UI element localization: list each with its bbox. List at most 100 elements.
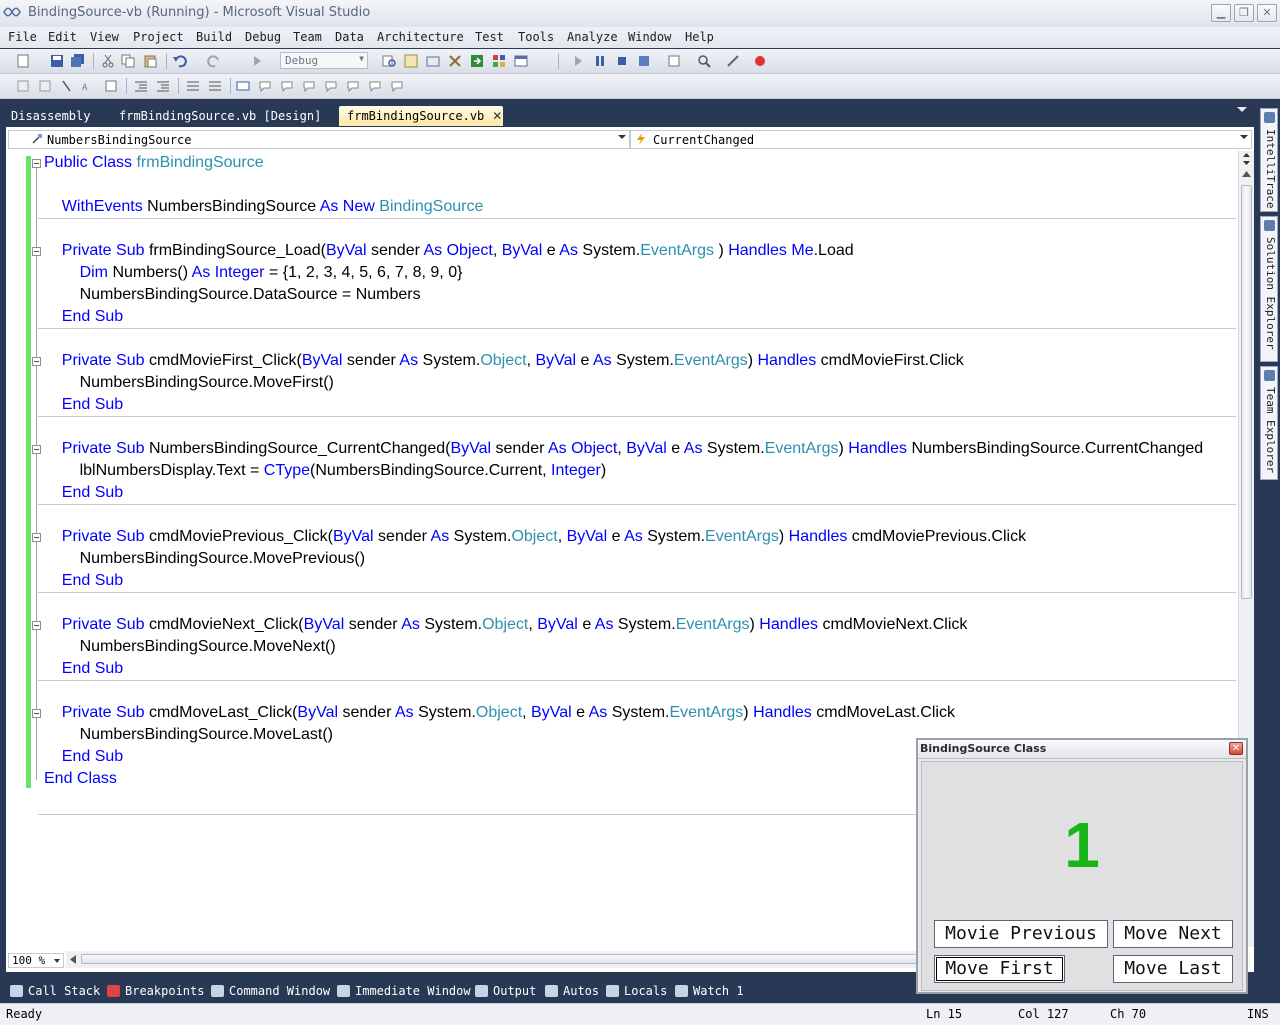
properties-icon[interactable]: [404, 54, 418, 68]
menu-analyze[interactable]: Analyze: [567, 30, 618, 44]
save-icon[interactable]: [50, 54, 64, 68]
copy-icon[interactable]: [121, 54, 135, 68]
intellitrace-tab[interactable]: IntelliTrace: [1260, 108, 1278, 212]
tab-watch-1[interactable]: Watch 1: [675, 983, 744, 1001]
autos-icon: [545, 985, 558, 997]
breakpoint-window-icon[interactable]: [697, 54, 711, 68]
quick-info-icon[interactable]: [60, 79, 74, 93]
menu-tools[interactable]: Tools: [518, 30, 554, 44]
collapse-method-icon[interactable]: [32, 621, 41, 630]
undo-icon[interactable]: [173, 54, 187, 68]
solution-explorer-tab[interactable]: Solution Explorer: [1260, 216, 1278, 362]
tab-call-stack[interactable]: Call Stack: [10, 983, 100, 1001]
zoom-dropdown[interactable]: 100 %: [8, 953, 64, 968]
menu-view[interactable]: View: [90, 30, 119, 44]
active-files-dropdown-icon[interactable]: [1237, 107, 1247, 112]
display-object-list-icon[interactable]: [16, 79, 30, 93]
menu-window[interactable]: Window: [628, 30, 671, 44]
split-handle-icon[interactable]: [1241, 153, 1252, 165]
menu-file[interactable]: File: [8, 30, 37, 44]
close-tab-icon[interactable]: ✕: [492, 109, 502, 123]
previous-bookmark-in-document-icon[interactable]: [346, 79, 360, 93]
tab-output[interactable]: Output: [475, 983, 536, 1001]
minimize-button[interactable]: ▁: [1211, 4, 1231, 22]
comment-icon[interactable]: [104, 79, 118, 93]
next-bookmark-in-document-icon[interactable]: [368, 79, 382, 93]
team-explorer-tab[interactable]: Team Explorer: [1260, 366, 1278, 480]
find-in-files-icon[interactable]: [382, 54, 396, 68]
show-next-statement-icon[interactable]: [667, 54, 681, 68]
paste-icon[interactable]: [143, 54, 157, 68]
comment-out-icon[interactable]: [186, 79, 200, 93]
tab-designer[interactable]: frmBindingSource.vb [Design]: [111, 106, 329, 126]
continue-icon[interactable]: [571, 54, 585, 68]
menu-architecture[interactable]: Architecture: [377, 30, 464, 44]
restart-icon[interactable]: [637, 54, 651, 68]
parameter-info-icon[interactable]: [38, 79, 52, 93]
extensions-icon[interactable]: [726, 54, 740, 68]
object-dropdown[interactable]: NumbersBindingSource: [8, 130, 630, 149]
class-view-icon[interactable]: [492, 54, 506, 68]
tab-label: Locals: [624, 984, 668, 998]
complete-word-icon[interactable]: A: [82, 79, 96, 93]
save-all-icon[interactable]: [71, 54, 85, 68]
code-keyword: Dim: [79, 264, 113, 281]
scroll-left-icon[interactable]: [68, 954, 78, 965]
move-last-button[interactable]: Move Last: [1113, 955, 1233, 983]
toolbox-icon[interactable]: [448, 54, 462, 68]
decrease-indent-icon[interactable]: [134, 79, 148, 93]
menu-data[interactable]: Data: [335, 30, 364, 44]
cut-icon[interactable]: [101, 54, 115, 68]
toggle-bookmark-icon[interactable]: [236, 79, 250, 93]
close-window-button[interactable]: ✕: [1257, 4, 1277, 22]
window-layout-icon[interactable]: [514, 54, 528, 68]
navigate-forward-icon[interactable]: [250, 54, 264, 68]
previous-bookmark-in-folder-icon[interactable]: [302, 79, 316, 93]
scroll-up-icon[interactable]: [1241, 169, 1252, 179]
previous-bookmark-icon[interactable]: [258, 79, 272, 93]
solution-configuration-select[interactable]: Debug ▼: [280, 52, 368, 69]
increase-indent-icon[interactable]: [156, 79, 170, 93]
menu-test[interactable]: Test: [475, 30, 504, 44]
vertical-scroll-thumb[interactable]: [1241, 185, 1252, 599]
tab-code-file[interactable]: frmBindingSource.vb ✕: [339, 106, 503, 126]
tab-disassembly[interactable]: Disassembly: [3, 106, 98, 126]
collapse-class-icon[interactable]: [32, 159, 41, 168]
menu-team[interactable]: Team: [293, 30, 322, 44]
menu-help[interactable]: Help: [685, 30, 714, 44]
tab-command-window[interactable]: Command Window: [211, 983, 330, 1001]
uncomment-icon[interactable]: [208, 79, 222, 93]
move-next-button[interactable]: Move Next: [1113, 920, 1233, 948]
clear-bookmarks-icon[interactable]: [390, 79, 404, 93]
collapse-method-icon[interactable]: [32, 709, 41, 718]
menu-project[interactable]: Project: [133, 30, 184, 44]
collapse-method-icon[interactable]: [32, 533, 41, 542]
maximize-button[interactable]: ❐: [1234, 4, 1254, 22]
collapse-method-icon[interactable]: [32, 445, 41, 454]
tab-locals[interactable]: Locals: [606, 983, 667, 1001]
tab-immediate-window[interactable]: Immediate Window: [337, 983, 471, 1001]
collapse-method-icon[interactable]: [32, 247, 41, 256]
tab-autos[interactable]: Autos: [545, 983, 599, 1001]
menu-debug[interactable]: Debug: [245, 30, 281, 44]
redo-icon[interactable]: [207, 54, 221, 68]
member-dropdown[interactable]: CurrentChanged: [630, 130, 1252, 149]
start-page-icon[interactable]: [470, 54, 484, 68]
form-title-bar[interactable]: BindingSource Class ✕: [918, 740, 1246, 759]
code-type: frmBindingSource: [136, 154, 264, 171]
stop-debugging-icon[interactable]: [615, 54, 629, 68]
menu-edit[interactable]: Edit: [48, 30, 77, 44]
debug-target-icon[interactable]: [753, 54, 767, 68]
next-bookmark-in-folder-icon[interactable]: [324, 79, 338, 93]
collapse-method-icon[interactable]: [32, 357, 41, 366]
object-browser-icon[interactable]: [426, 54, 440, 68]
menu-build[interactable]: Build: [196, 30, 232, 44]
move-first-button[interactable]: Move First: [934, 955, 1065, 983]
break-all-icon[interactable]: [593, 54, 607, 68]
tab-breakpoints[interactable]: Breakpoints: [107, 983, 204, 1001]
movie-previous-button[interactable]: Movie Previous: [934, 920, 1108, 948]
new-project-icon[interactable]: [16, 54, 30, 68]
form-close-button[interactable]: ✕: [1229, 742, 1243, 755]
next-bookmark-icon[interactable]: [280, 79, 294, 93]
